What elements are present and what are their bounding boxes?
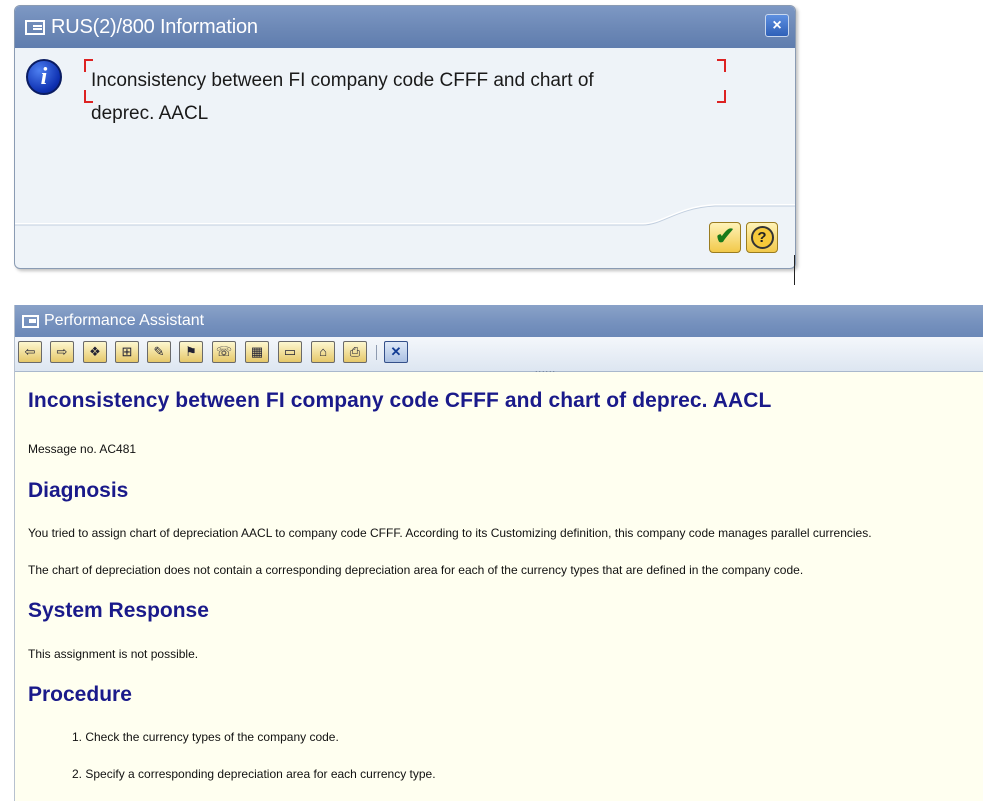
tree-button[interactable]: ⊞ xyxy=(115,341,139,363)
settings-icon: ⌂ xyxy=(319,344,327,359)
help-button[interactable]: ? xyxy=(746,222,778,253)
back-arrow-icon: ⇦ xyxy=(24,344,36,359)
help-heading: Inconsistency between FI company code CF… xyxy=(28,389,772,412)
close-icon: × xyxy=(772,17,782,34)
pencil-icon: ✎ xyxy=(153,344,165,359)
settings-button[interactable]: ⌂ xyxy=(311,341,335,363)
help-icon: ? xyxy=(750,226,774,249)
book-icon: ❖ xyxy=(89,344,101,359)
window-menu-icon[interactable] xyxy=(22,314,39,328)
print-button[interactable]: ⎙ xyxy=(343,341,367,363)
assistant-titlebar[interactable]: Performance Assistant xyxy=(15,305,983,337)
procedure-heading: Procedure xyxy=(28,683,132,706)
diagnosis-heading: Diagnosis xyxy=(28,479,129,502)
help-content: Inconsistency between FI company code CF… xyxy=(28,371,983,801)
window-edge xyxy=(794,255,795,285)
system-response-text: This assignment is not possible. xyxy=(28,647,199,661)
system-response-heading: System Response xyxy=(28,599,209,622)
print-preview-button[interactable]: ☏ xyxy=(212,341,236,363)
message-number: Message no. AC481 xyxy=(28,442,137,456)
procedure-step: 1. Check the currency types of the compa… xyxy=(72,730,339,744)
diagnosis-text-1: You tried to assign chart of depreciatio… xyxy=(28,526,872,540)
display-button[interactable]: ▭ xyxy=(278,341,302,363)
printer-icon: ⎙ xyxy=(349,344,361,359)
checkmark-icon: ✔ xyxy=(714,223,736,250)
close-assistant-button[interactable]: ✕ xyxy=(384,341,408,363)
grid-icon: ▦ xyxy=(250,344,264,359)
information-dialog: RUS(2)/800 Information × i Inconsistency… xyxy=(14,5,796,269)
close-button[interactable]: × xyxy=(765,14,789,37)
toolbar-separator xyxy=(376,345,377,360)
assistant-toolbar: ⇦ ⇨ ❖ ⊞ ✎ ⚑ ☏ ▦ ▭ ⌂ ⎙ ✕ ...... xyxy=(15,337,983,374)
hierarchy-icon: ⊞ xyxy=(121,344,133,359)
forward-arrow-icon: ⇨ xyxy=(56,344,68,359)
back-button[interactable]: ⇦ xyxy=(18,341,42,363)
performance-assistant-window: Performance Assistant ⇦ ⇨ ❖ ⊞ ✎ ⚑ ☏ ▦ ▭ … xyxy=(14,305,983,801)
technical-info-button[interactable]: ⚑ xyxy=(179,341,203,363)
focus-bracket-bottom-right xyxy=(717,90,726,103)
edit-button[interactable]: ✎ xyxy=(147,341,171,363)
diagnosis-text-2: The chart of depreciation does not conta… xyxy=(28,563,804,577)
continue-button[interactable]: ✔ xyxy=(709,222,741,253)
dialog-title: RUS(2)/800 Information xyxy=(51,15,258,38)
forward-button[interactable]: ⇨ xyxy=(50,341,74,363)
window-menu-icon[interactable] xyxy=(25,19,45,35)
grid-button[interactable]: ▦ xyxy=(245,341,269,363)
focus-bracket-top-right xyxy=(717,59,726,72)
information-icon: i xyxy=(26,59,62,95)
close-icon: ✕ xyxy=(390,344,402,359)
preview-icon: ☏ xyxy=(215,344,233,359)
technical-icon: ⚑ xyxy=(185,344,197,359)
footer-divider xyxy=(15,204,795,226)
book-button[interactable]: ❖ xyxy=(83,341,107,363)
dialog-titlebar[interactable]: RUS(2)/800 Information × xyxy=(15,6,795,48)
display-icon: ▭ xyxy=(283,344,297,359)
assistant-title: Performance Assistant xyxy=(44,312,205,329)
dialog-message: Inconsistency between FI company code CF… xyxy=(91,70,594,124)
procedure-step: 2. Specify a corresponding depreciation … xyxy=(72,767,436,781)
